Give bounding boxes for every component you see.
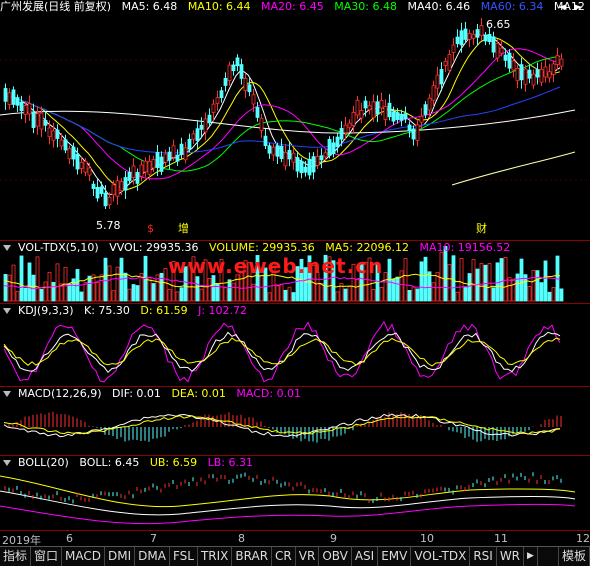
tab-vr[interactable]: VR: [296, 547, 320, 566]
boll-panel[interactable]: BOLL(20) BOLL: 6.45 UB: 6.59 LB: 6.31: [0, 456, 590, 532]
date-label-7: 7: [150, 532, 157, 545]
tab-window[interactable]: 窗口: [31, 547, 63, 566]
tab-emv[interactable]: EMV: [378, 547, 412, 566]
arrow-right-icon[interactable]: ►: [574, 0, 582, 13]
tab-indicator[interactable]: 指标: [0, 547, 32, 566]
volume-label: VOLUME: 29935.36: [209, 241, 315, 254]
template-button[interactable]: 模板: [557, 547, 590, 566]
lb-label: LB: 6.31: [207, 456, 253, 469]
tab-brar[interactable]: BRAR: [232, 547, 273, 566]
collapse-icon[interactable]: [3, 391, 11, 397]
boll-header: BOLL(20) BOLL: 6.45 UB: 6.59 LB: 6.31: [0, 456, 260, 470]
macd-title[interactable]: MACD(12,26,9): [18, 387, 102, 400]
dea-label: DEA: 0.01: [171, 387, 226, 400]
macd-panel[interactable]: MACD(12,26,9) DIF: 0.01 DEA: 0.01 MACD: …: [0, 387, 590, 455]
price-header: 广州发展(日线 前复权) MA5: 6.48 MA10: 6.44 MA20: …: [0, 0, 590, 14]
date-label-12: 12: [576, 532, 590, 545]
date-label-8: 8: [238, 532, 245, 545]
tab-asi[interactable]: ASI: [352, 547, 379, 566]
ma20-label: MA20: 6.45: [261, 0, 324, 13]
date-label-6: 6: [66, 532, 73, 545]
tab-dmi[interactable]: DMI: [105, 547, 136, 566]
candlestick-chart: [0, 17, 590, 210]
tab-rsi[interactable]: RSI: [470, 547, 497, 566]
collapse-icon[interactable]: [3, 245, 11, 251]
indicator-tab-bar: 指标 窗口 MACD DMI DMA FSL TRIX BRAR CR VR O…: [0, 546, 590, 566]
ma5-label: MA5: 6.48: [121, 0, 178, 13]
kdj-header: KDJ(9,3,3) K: 75.30 D: 61.59 J: 102.72: [0, 304, 254, 318]
vol-title[interactable]: VOL-TDX(5,10): [18, 241, 99, 254]
tab-macd[interactable]: MACD: [62, 547, 106, 566]
collapse-icon[interactable]: [3, 308, 11, 314]
kdj-title[interactable]: KDJ(9,3,3): [18, 304, 74, 317]
tab-obv[interactable]: OBV: [319, 547, 352, 566]
macd-value-label: MACD: 0.01: [236, 387, 302, 400]
event-marker-1[interactable]: $: [147, 222, 154, 235]
tab-trix[interactable]: TRIX: [198, 547, 233, 566]
dif-label: DIF: 0.01: [112, 387, 161, 400]
tab-dma[interactable]: DMA: [135, 547, 170, 566]
kdj-panel[interactable]: KDJ(9,3,3) K: 75.30 D: 61.59 J: 102.72: [0, 304, 590, 386]
vol-ma10-label: MA10: 19156.52: [419, 241, 511, 254]
event-marker-3[interactable]: 财: [476, 220, 487, 236]
event-marker-2[interactable]: 增: [178, 220, 189, 236]
ma60-label: MA60: 6.34: [480, 0, 544, 13]
date-label-10: 10: [420, 532, 434, 545]
boll-title[interactable]: BOLL(20): [18, 456, 69, 469]
ma40-label: MA40: 6.46: [407, 0, 471, 13]
date-label-11: 11: [494, 532, 508, 545]
date-label-9: 9: [330, 532, 337, 545]
scroll-right-icon[interactable]: ▶: [524, 547, 538, 566]
ma30-label: MA30: 6.48: [334, 0, 397, 13]
vvol-label: VVOL: 29935.36: [109, 241, 199, 254]
ma10-label: MA10: 6.44: [187, 0, 251, 13]
macd-header: MACD(12,26,9) DIF: 0.01 DEA: 0.01 MACD: …: [0, 387, 308, 401]
tab-cr[interactable]: CR: [272, 547, 296, 566]
boll-label: BOLL: 6.45: [79, 456, 140, 469]
arrow-left-icon[interactable]: ◄: [558, 0, 566, 13]
date-axis: 2019年 6 7 8 9 10 11 12: [0, 530, 590, 547]
stock-title: 广州发展(日线 前复权): [0, 0, 112, 13]
tab-wr[interactable]: WR: [497, 547, 525, 566]
ub-label: UB: 6.59: [149, 456, 198, 469]
collapse-icon[interactable]: [3, 460, 11, 466]
watermark: www.eweb.net.cn: [168, 254, 384, 278]
volume-header: VOL-TDX(5,10) VVOL: 29935.36 VOLUME: 299…: [0, 241, 517, 255]
tab-vol-tdx[interactable]: VOL-TDX: [411, 547, 471, 566]
j-label: J: 102.72: [198, 304, 248, 317]
d-label: D: 61.59: [140, 304, 188, 317]
price-panel[interactable]: 广州发展(日线 前复权) MA5: 6.48 MA10: 6.44 MA20: …: [0, 0, 590, 240]
high-price-label: 6.65: [486, 18, 511, 31]
low-price-label: 5.78: [96, 219, 121, 232]
vol-ma5-label: MA5: 22096.12: [325, 241, 409, 254]
k-label: K: 75.30: [84, 304, 130, 317]
tab-fsl[interactable]: FSL: [170, 547, 198, 566]
